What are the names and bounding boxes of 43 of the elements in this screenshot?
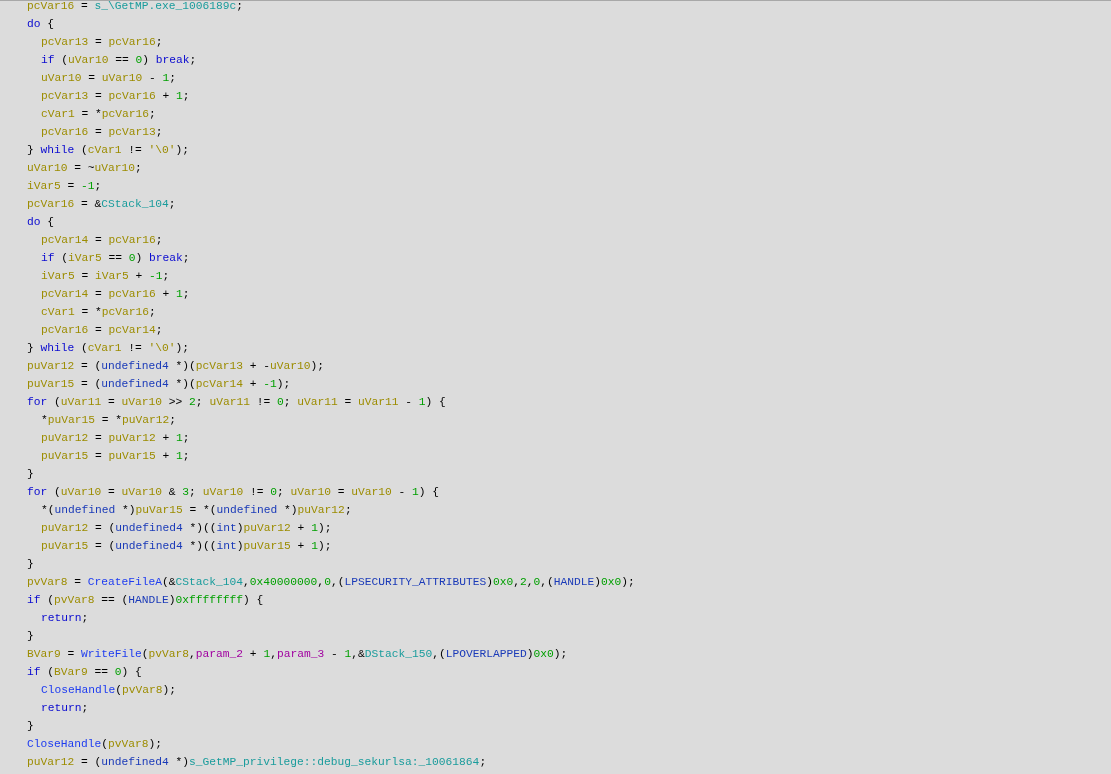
code-line: uVar10 = uVar10 - 1; [41, 71, 177, 86]
code-line: puVar12 = (undefined4 *)((int)puVar12 + 1); [41, 521, 332, 536]
code-line: } [27, 467, 34, 482]
code-line: return; [41, 611, 89, 626]
code-line: if (uVar10 == 0) break; [41, 53, 197, 68]
code-line: pcVar16 = pcVar13; [41, 125, 163, 140]
code-line: if (iVar5 == 0) break; [41, 251, 190, 266]
code-line: CloseHandle(pvVar8); [41, 683, 177, 698]
code-line: pcVar16 = &CStack_104; [27, 197, 176, 212]
code-line: do { [27, 17, 55, 32]
code-line: iVar5 = -1; [27, 179, 102, 194]
code-line: for (uVar10 = uVar10 & 3; uVar10 != 0; uVar10 = uVar10 - 1) { [27, 485, 440, 500]
code-line: *puVar15 = *puVar12; [41, 413, 177, 428]
code-line: iVar5 = iVar5 + -1; [41, 269, 170, 284]
code-line: puVar15 = (undefined4 *)((int)puVar15 + 1); [41, 539, 332, 554]
code-line: return; [41, 701, 89, 716]
code-line: puVar15 = (undefined4 *)(pcVar14 + -1); [27, 377, 291, 392]
code-line: *(undefined *)puVar15 = *(undefined *)puVar12; [41, 503, 352, 518]
code-line: pcVar13 = pcVar16 + 1; [41, 89, 190, 104]
code-line: BVar9 = WriteFile(pvVar8,param_2 + 1,param_3 - 1,&DStack_150,(LPOVERLAPPED)0x0); [27, 647, 568, 662]
code-line: } [27, 629, 34, 644]
code-line: } while (cVar1 != '\0'); [27, 341, 190, 356]
code-line: puVar12 = puVar12 + 1; [41, 431, 190, 446]
code-line: pcVar16 = pcVar14; [41, 323, 163, 338]
code-line: puVar15 = puVar15 + 1; [41, 449, 190, 464]
code-line: do { [27, 215, 55, 230]
code-line: cVar1 = *pcVar16; [41, 107, 156, 122]
code-line: pcVar14 = pcVar16 + 1; [41, 287, 190, 302]
code-line: CloseHandle(pvVar8); [27, 737, 163, 752]
code-line: uVar10 = ~uVar10; [27, 161, 142, 176]
code-line: if (BVar9 == 0) { [27, 665, 142, 680]
code-line: } [27, 557, 34, 572]
code-line: puVar12 = (undefined4 *)s_GetMP_privilege::debug_sekurlsa:_10061864; [27, 755, 487, 770]
code-line: if (pvVar8 == (HANDLE)0xffffffff) { [27, 593, 264, 608]
code-line: for (uVar11 = uVar10 >> 2; uVar11 != 0; uVar11 = uVar11 - 1) { [27, 395, 446, 410]
code-line: } [27, 719, 34, 734]
code-line: cVar1 = *pcVar16; [41, 305, 156, 320]
code-line: pcVar14 = pcVar16; [41, 233, 163, 248]
code-line: } while (cVar1 != '\0'); [27, 143, 190, 158]
code-line: puVar12 = (undefined4 *)(pcVar13 + -uVar10); [27, 359, 325, 374]
code-line: pvVar8 = CreateFileA(&CStack_104,0x40000000,0,(LPSECURITY_ATTRIBUTES)0x0,2,0,(HANDLE)0x0); [27, 575, 635, 590]
code-line: pcVar13 = pcVar16; [41, 35, 163, 50]
code-line: pcVar16 = s_\GetMP.exe_1006189c; [27, 1, 244, 14]
